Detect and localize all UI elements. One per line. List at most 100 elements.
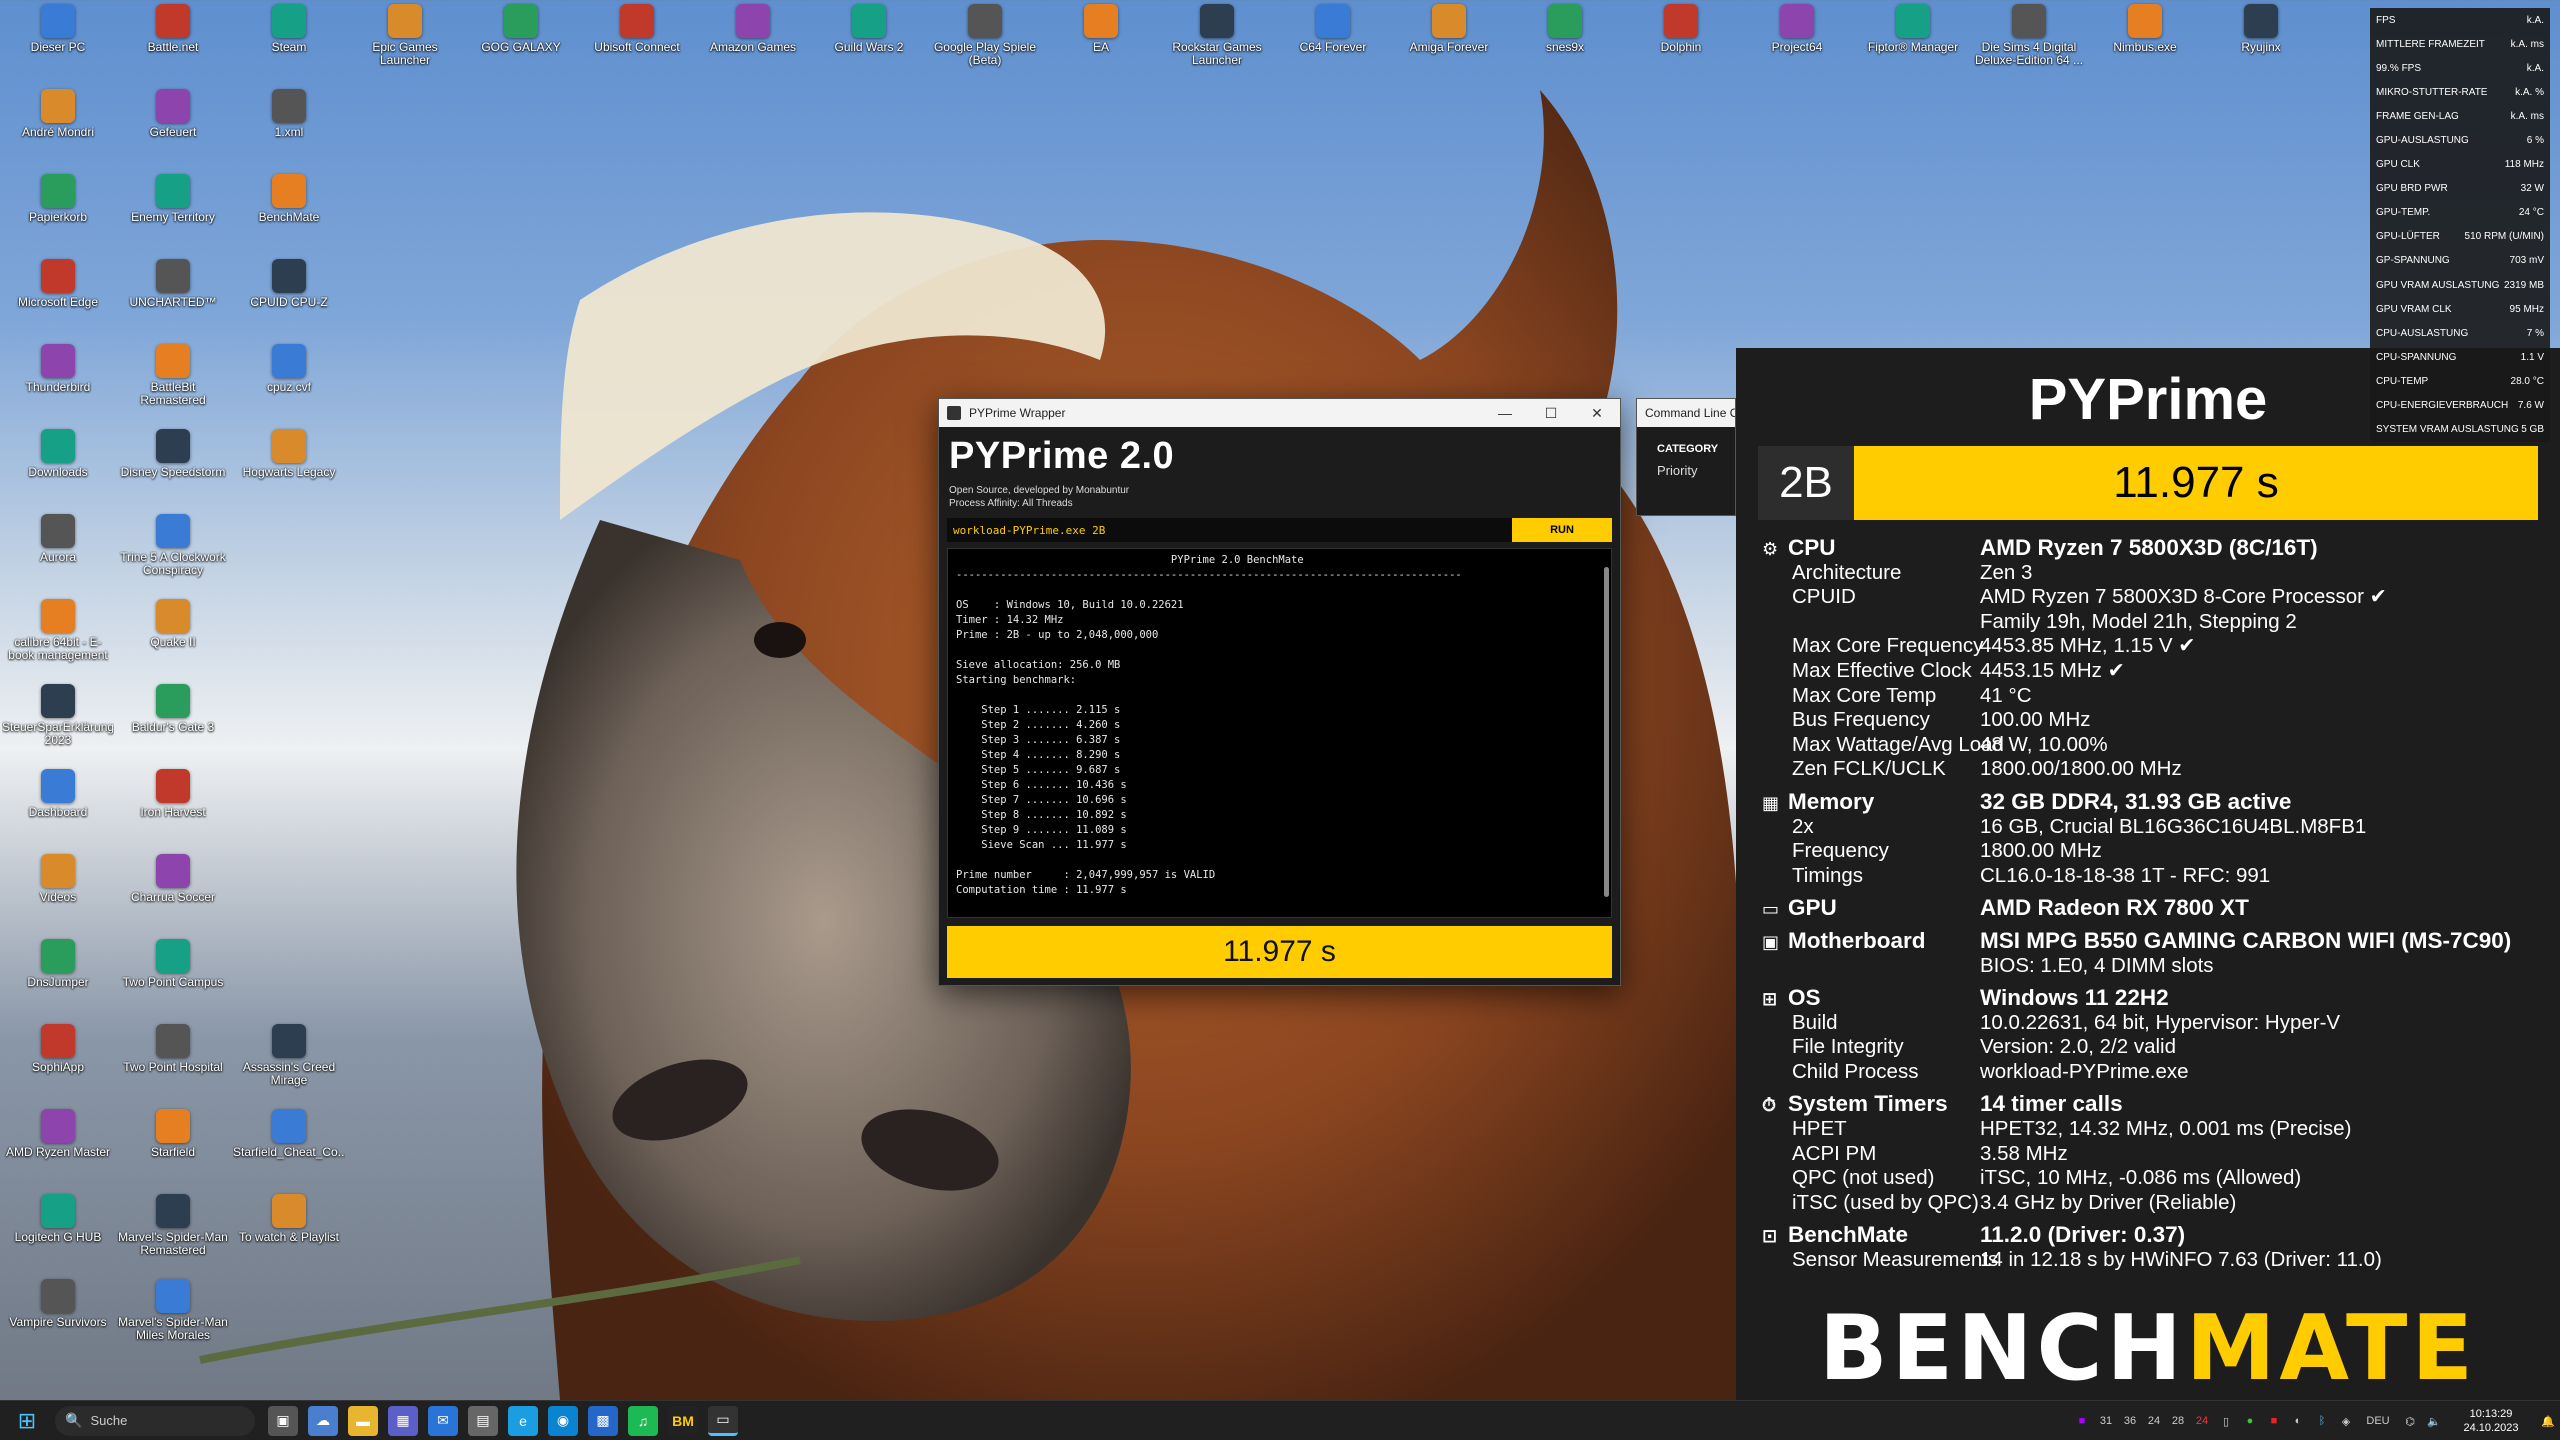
command-line-options-window[interactable]: Command Line O CATEGORY Priority <box>1636 398 1736 516</box>
desktop-icon[interactable]: Aurora <box>2 514 114 579</box>
network-icon[interactable]: ⌬ <box>2398 1415 2422 1428</box>
desktop-icon[interactable]: Marvel's Spider-Man Remastered <box>117 1194 229 1259</box>
thunderbird-taskbar-icon[interactable]: ✉ <box>428 1405 458 1436</box>
desktop-icon[interactable]: Thunderbird <box>2 344 114 409</box>
desktop-icon[interactable]: Ubisoft Connect <box>581 4 693 69</box>
desktop-icon[interactable]: Downloads <box>2 429 114 494</box>
command-input[interactable]: workload-PYPrime.exe 2B <box>947 518 1512 542</box>
desktop-icon[interactable]: Trine 5 A Clockwork Conspiracy <box>117 514 229 579</box>
app-icon <box>852 4 886 38</box>
app-icon <box>272 89 306 123</box>
tray-app-icon[interactable]: ■ <box>2070 1415 2094 1427</box>
desktop-icon[interactable]: Fiptor® Manager <box>1857 4 1969 69</box>
desktop-icon[interactable]: calibre 64bit - E-book management <box>2 599 114 664</box>
desktop-icon[interactable]: CPUID CPU-Z <box>233 259 345 324</box>
search-box[interactable]: 🔍 Suche <box>55 1405 255 1436</box>
desktop-icon[interactable]: SteuerSparErklärung 2023 <box>2 684 114 749</box>
start-icon[interactable]: ⊞ <box>12 1406 42 1436</box>
spotify-icon[interactable]: ♫ <box>628 1405 658 1436</box>
desktop-icon[interactable]: Two Point Campus <box>117 939 229 1004</box>
tray-network-icon[interactable]: ◈ <box>2334 1415 2358 1428</box>
desktop-icon[interactable]: Rockstar Games Launcher <box>1161 4 1273 69</box>
desktop-icon[interactable]: Vampire Survivors <box>2 1279 114 1344</box>
desktop-icon[interactable]: Project64 <box>1741 4 1853 69</box>
desktop-icon[interactable]: Dashboard <box>2 769 114 834</box>
desktop-icon[interactable]: BenchMate <box>233 174 345 239</box>
app-icon <box>272 1109 306 1143</box>
clock[interactable]: 10:13:29 24.10.2023 <box>2446 1407 2536 1435</box>
minimize-icon[interactable]: — <box>1482 405 1528 421</box>
desktop-icon[interactable]: Guild Wars 2 <box>813 4 925 69</box>
title-bar[interactable]: PYPrime Wrapper — ☐ ✕ <box>939 399 1620 427</box>
desktop-icon[interactable]: Logitech G HUB <box>2 1194 114 1259</box>
osd-row: GPU-TEMP. 24 °C <box>2370 201 2550 225</box>
desktop-icon[interactable]: cpuz.cvf <box>233 344 345 409</box>
desktop-icon[interactable]: Enemy Territory <box>117 174 229 239</box>
task-view-icon[interactable]: ▣ <box>268 1405 298 1436</box>
store-icon[interactable]: ▩ <box>588 1405 618 1436</box>
desktop-icon[interactable]: Starfield <box>117 1109 229 1174</box>
desktop-icon[interactable]: GOG GALAXY <box>465 4 577 69</box>
close-icon[interactable]: ✕ <box>1574 405 1620 422</box>
desktop-icon[interactable]: Assassin's Creed Mirage <box>233 1024 345 1089</box>
score-value: 11.977 s <box>1854 446 2538 520</box>
desktop-icon[interactable]: snes9x <box>1509 4 1621 69</box>
tray-red-icon[interactable]: ■ <box>2262 1415 2286 1427</box>
widgets-icon[interactable]: ☁ <box>308 1405 338 1436</box>
desktop-icon[interactable]: Amiga Forever <box>1393 4 1505 69</box>
desktop-icon[interactable]: Hogwarts Legacy <box>233 429 345 494</box>
desktop-icon[interactable]: EA <box>1045 4 1157 69</box>
desktop-icon[interactable]: Two Point Hospital <box>117 1024 229 1089</box>
tray-bluetooth-icon[interactable]: ᛒ <box>2310 1415 2334 1427</box>
desktop-icon[interactable]: Nimbus.exe <box>2089 4 2201 69</box>
chat-icon[interactable]: ◉ <box>548 1405 578 1436</box>
desktop-icon[interactable]: André Mondri <box>2 89 114 154</box>
osd-value: k.A. <box>2526 14 2544 26</box>
desktop-icon[interactable]: Starfield_Cheat_Co... <box>233 1109 345 1174</box>
desktop-icon[interactable]: C64 Forever <box>1277 4 1389 69</box>
desktop-icon[interactable]: Baldur's Gate 3 <box>117 684 229 749</box>
tray-green-icon[interactable]: ● <box>2238 1415 2262 1427</box>
desktop-icon[interactable]: Papierkorb <box>2 174 114 239</box>
desktop-icon[interactable]: SophiApp <box>2 1024 114 1089</box>
tray-steam-icon[interactable]: ◐ <box>2286 1415 2310 1427</box>
desktop-icon[interactable]: Dolphin <box>1625 4 1737 69</box>
desktop-icon[interactable]: Epic Games Launcher <box>349 4 461 69</box>
desktop-icon[interactable]: Battle.net <box>117 4 229 69</box>
console-scrollbar[interactable] <box>1604 567 1609 897</box>
desktop-icon[interactable]: AMD Ryzen Master <box>2 1109 114 1174</box>
desktop-icon[interactable]: Iron Harvest <box>117 769 229 834</box>
benchmate-taskbar-icon[interactable]: BM <box>668 1405 698 1436</box>
terminal-icon[interactable]: ▭ <box>708 1405 738 1436</box>
desktop-icon[interactable]: Steam <box>233 4 345 69</box>
desktop-icon[interactable]: Google Play Spiele (Beta) <box>929 4 1041 69</box>
desktop-icon[interactable]: Ryujinx <box>2205 4 2317 69</box>
desktop-icon[interactable]: BattleBit Remastered <box>117 344 229 409</box>
run-button[interactable]: RUN <box>1512 518 1612 542</box>
edge-icon[interactable]: e <box>508 1405 538 1436</box>
calculator-icon[interactable]: ▤ <box>468 1405 498 1436</box>
explorer-icon[interactable]: ▬ <box>348 1405 378 1436</box>
desktop-icon[interactable]: To watch & Playlist <box>233 1194 345 1259</box>
desktop-icon[interactable]: Die Sims 4 Digital Deluxe-Edition 64 ... <box>1973 4 2085 69</box>
desktop-icon[interactable]: Dieser PC <box>2 4 114 69</box>
desktop-icon[interactable]: Amazon Games <box>697 4 809 69</box>
desktop-icon[interactable]: Quake II <box>117 599 229 664</box>
volume-icon[interactable]: 🔈 <box>2422 1415 2446 1428</box>
desktop-icon[interactable]: Marvel's Spider-Man Miles Morales <box>117 1279 229 1344</box>
desktop-icon[interactable]: 1.xml <box>233 89 345 154</box>
language-indicator[interactable]: DEU <box>2358 1415 2398 1427</box>
desktop-icon[interactable]: Charrua Soccer <box>117 854 229 919</box>
desktop-icon[interactable]: UNCHARTED™ <box>117 259 229 324</box>
notification-icon[interactable]: 🔔 <box>2536 1415 2560 1428</box>
pyprime-wrapper-window[interactable]: PYPrime Wrapper — ☐ ✕ PYPrime 2.0 Open S… <box>938 398 1621 986</box>
desktop-icon[interactable]: Gefeuert <box>117 89 229 154</box>
priority-option[interactable]: Priority <box>1637 455 1735 478</box>
desktop-icon[interactable]: DnsJumper <box>2 939 114 1004</box>
teams-icon[interactable]: ▦ <box>388 1405 418 1436</box>
desktop-icon[interactable]: Videos <box>2 854 114 919</box>
tray-battery-icon[interactable]: ▯ <box>2214 1415 2238 1428</box>
desktop-icon[interactable]: Microsoft Edge <box>2 259 114 324</box>
maximize-icon[interactable]: ☐ <box>1528 405 1574 422</box>
desktop-icon[interactable]: Disney Speedstorm <box>117 429 229 494</box>
